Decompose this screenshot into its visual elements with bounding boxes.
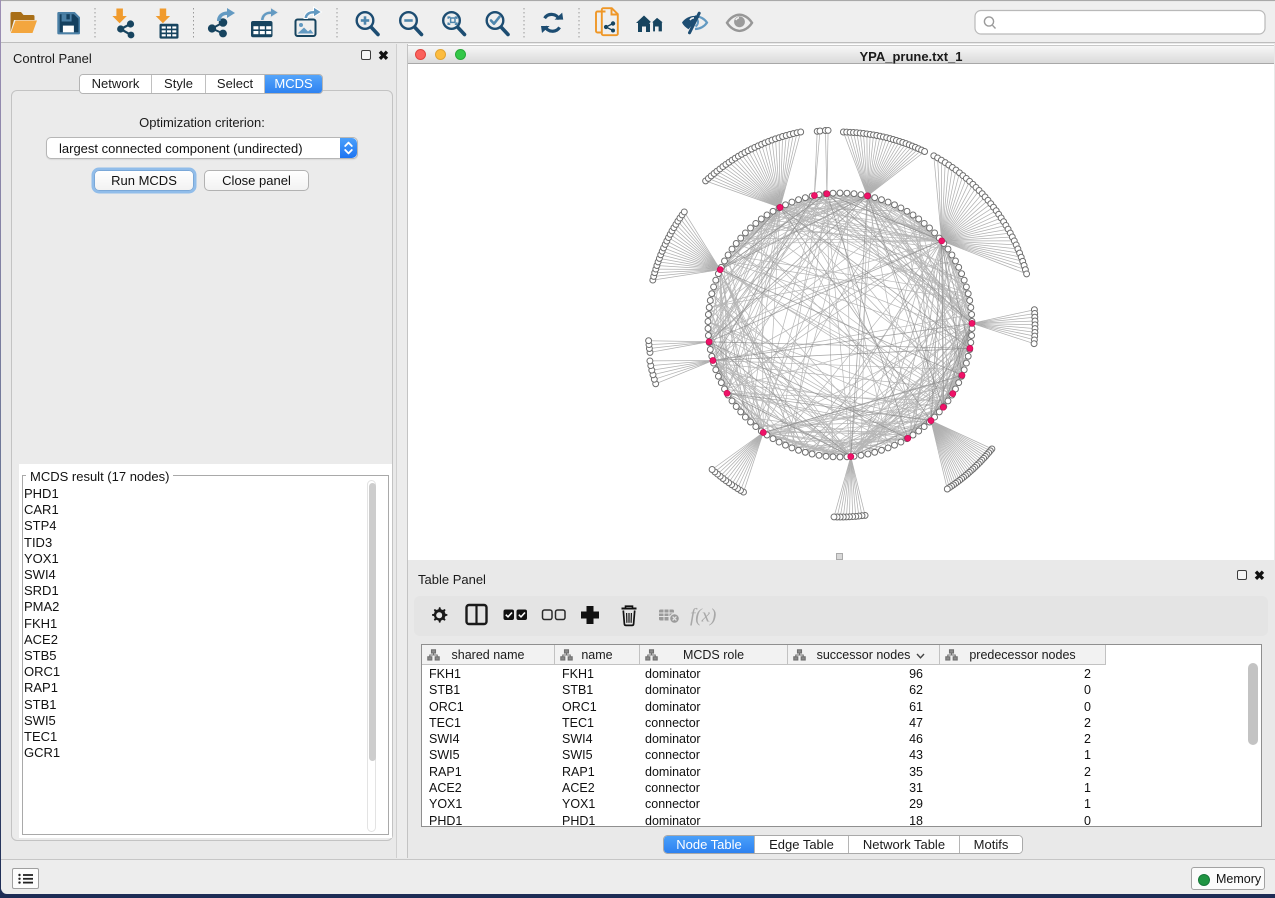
svg-text:f(x): f(x) — [690, 606, 716, 627]
